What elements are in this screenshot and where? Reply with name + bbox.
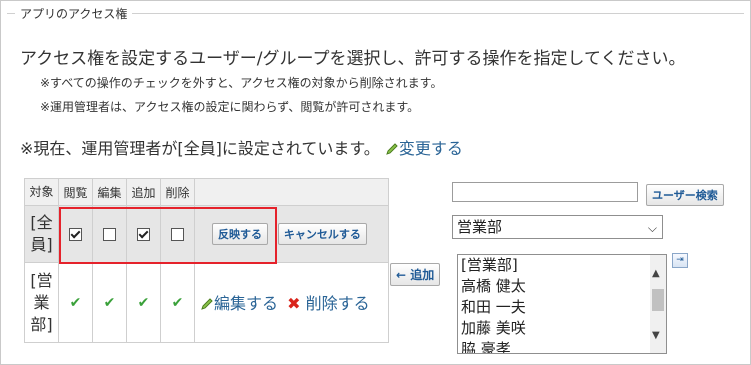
note-uncheck: ※すべての操作のチェックを外すと、アクセス権の対象から削除されます。 bbox=[40, 76, 443, 90]
cancel-button[interactable]: キャンセルする bbox=[277, 223, 367, 245]
add-checkbox[interactable] bbox=[137, 228, 150, 241]
delete-allowed-check-icon: ✔ bbox=[171, 294, 184, 311]
delete-link-label: 削除する bbox=[305, 294, 370, 313]
list-item[interactable]: 加藤 美咲 bbox=[458, 318, 666, 339]
table-row: [全 員] 反映する キャンセルする bbox=[24, 205, 389, 263]
view-checkbox[interactable] bbox=[69, 228, 82, 241]
list-item[interactable]: [営業部] bbox=[458, 255, 666, 276]
target-line: 業 bbox=[33, 292, 50, 312]
target-line: 部] bbox=[30, 314, 53, 334]
target-line: [全 bbox=[30, 213, 53, 232]
row-target: [全 員] bbox=[24, 205, 59, 263]
list-item[interactable]: 和田 一夫 bbox=[458, 297, 666, 318]
view-allowed-check-icon: ✔ bbox=[69, 294, 82, 311]
chevron-up-icon[interactable]: ▲ bbox=[652, 268, 660, 279]
row-target: [営 業 部] bbox=[24, 262, 59, 343]
fieldset-legend: アプリのアクセス権 bbox=[15, 5, 133, 22]
pencil-icon bbox=[385, 141, 399, 160]
change-admin-link[interactable]: 変更する bbox=[385, 139, 463, 158]
change-admin-label: 変更する bbox=[398, 139, 463, 158]
table-row: [営 業 部] ✔ ✔ ✔ ✔ 編集する ✖ 削除する bbox=[24, 262, 389, 343]
pencil-icon bbox=[200, 296, 214, 315]
listbox-scrollbar[interactable]: ▲ ▼ bbox=[650, 255, 666, 353]
list-item[interactable]: 脇 豪孝 bbox=[458, 339, 666, 353]
current-admin-text: ※現在、運用管理者が[全員]に設定されています。 bbox=[20, 139, 380, 158]
header-view: 閲覧 bbox=[58, 178, 93, 206]
header-actions bbox=[194, 178, 389, 206]
note-admin: ※運用管理者は、アクセス権の設定に関わらず、閲覧が許可されます。 bbox=[40, 100, 420, 114]
intro-text: アクセス権を設定するユーザー/グループを選択し、許可する操作を指定してください。 bbox=[20, 49, 686, 69]
chevron-down-icon: ⌵ bbox=[647, 221, 657, 235]
add-allowed-check-icon: ✔ bbox=[137, 294, 150, 311]
edit-allowed-check-icon: ✔ bbox=[103, 294, 116, 311]
edit-link-label: 編集する bbox=[214, 294, 279, 313]
row-actions: 編集する ✖ 削除する bbox=[194, 262, 389, 343]
table-header-row: 対象 閲覧 編集 追加 削除 bbox=[24, 178, 389, 206]
header-edit: 編集 bbox=[92, 178, 127, 206]
target-line: [営 bbox=[30, 270, 53, 290]
user-search-button[interactable]: ユーザー検索 bbox=[646, 184, 724, 206]
user-search-input[interactable] bbox=[452, 182, 638, 202]
scroll-thumb[interactable] bbox=[652, 289, 664, 311]
current-admin-status: ※現在、運用管理者が[全員]に設定されています。 変更する bbox=[20, 135, 463, 160]
header-delete: 削除 bbox=[160, 178, 195, 206]
apply-button[interactable]: 反映する bbox=[212, 223, 268, 245]
edit-checkbox[interactable] bbox=[103, 228, 116, 241]
member-listbox[interactable]: [営業部] 高橋 健太 和田 一夫 加藤 美咲 脇 豪孝 ▲ ▼ bbox=[457, 254, 667, 354]
header-add: 追加 bbox=[126, 178, 161, 206]
list-item[interactable]: 高橋 健太 bbox=[458, 276, 666, 297]
header-target: 対象 bbox=[24, 178, 59, 206]
add-button[interactable]: ← 追加 bbox=[390, 263, 441, 286]
edit-link[interactable]: 編集する bbox=[200, 294, 283, 313]
group-select[interactable]: 営業部 ⌵ bbox=[452, 215, 663, 239]
delete-checkbox[interactable] bbox=[171, 228, 184, 241]
target-line: 員] bbox=[30, 235, 53, 254]
access-table: 対象 閲覧 編集 追加 削除 [全 員] 反映する キャンセルする [営 業 部… bbox=[24, 178, 389, 343]
delete-link[interactable]: ✖ 削除する bbox=[287, 294, 370, 313]
expand-right-icon[interactable]: ⇥ bbox=[672, 253, 688, 268]
chevron-down-icon[interactable]: ▼ bbox=[652, 330, 660, 341]
delete-x-icon: ✖ bbox=[287, 294, 301, 313]
row-actions: 反映する キャンセルする bbox=[194, 205, 389, 263]
group-select-value: 営業部 bbox=[457, 218, 503, 236]
